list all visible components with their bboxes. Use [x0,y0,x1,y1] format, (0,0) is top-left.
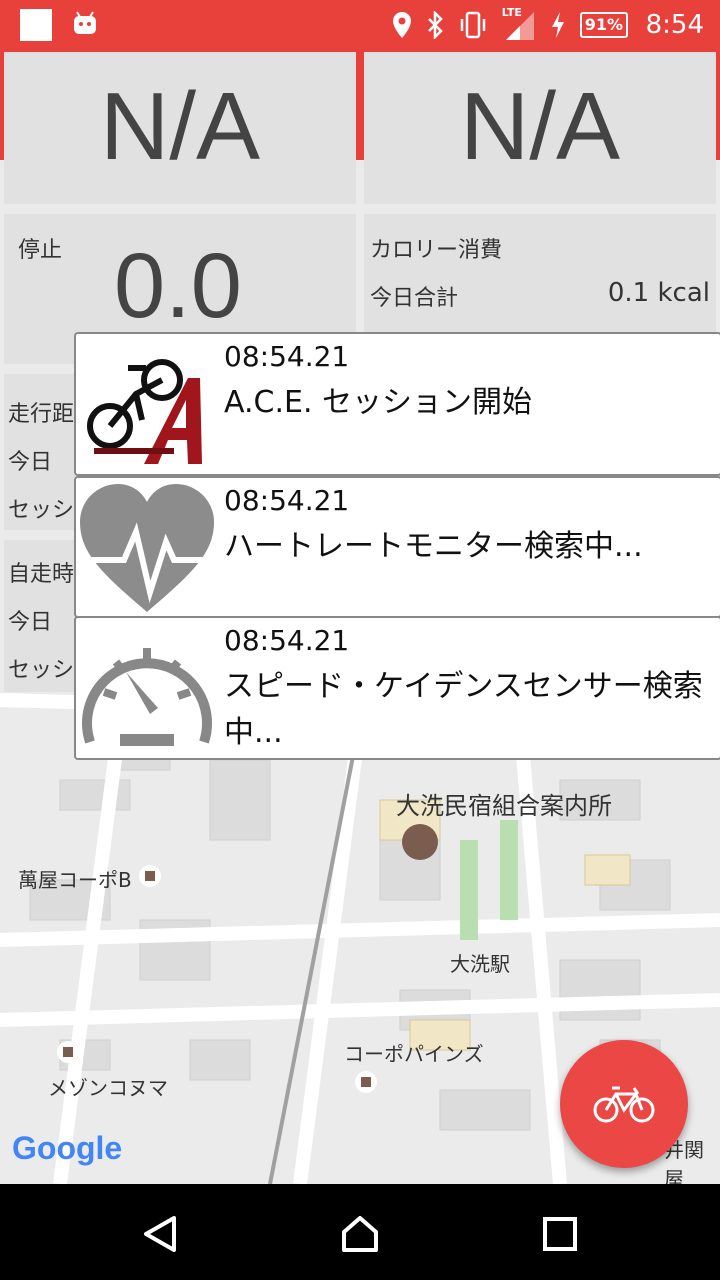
signal-icon: LTE [502,6,536,42]
ride-time-title: 自走時 [8,562,75,587]
notification-square-icon [20,9,52,41]
recents-icon[interactable] [542,1216,578,1252]
map-label-info-center[interactable]: 大洗民宿組合案内所 [396,786,612,821]
back-icon[interactable] [140,1214,180,1254]
status-bar: LTE 91% 8:54 [0,0,720,50]
bicycle-icon [593,1086,655,1123]
top-left-value: N/A [99,73,261,180]
stat-panel-left[interactable]: N/A [4,52,356,204]
calorie-title: カロリー消費 [370,238,503,263]
location-icon [392,12,411,38]
heart-rate-icon [80,484,214,612]
battery-level: 91% [579,12,628,38]
map-label-corpo-pines[interactable]: コーポパインズ [344,1038,484,1067]
ride-time-session-label: セッシ [8,658,75,683]
google-logo: Google [12,1130,123,1166]
navigation-bar [0,1184,720,1280]
distance-session-label: セッシ [8,498,75,523]
ace-bike-logo-icon [80,338,214,472]
top-right-value: N/A [459,73,621,180]
notification-card-heart-rate[interactable]: 08:54.21 ハートレートモニター検索中... [74,476,720,618]
distance-today-label: 今日 [8,450,53,475]
ride-time-today-label: 今日 [8,610,53,635]
home-icon[interactable] [340,1214,380,1254]
notification-time: 08:54.21 [224,624,350,657]
notification-card-speed-cadence[interactable]: 08:54.21 スピード・ケイデンスセンサー検索中... [74,616,720,760]
ride-time-panel[interactable]: 自走時 今日 セッシ [4,540,84,692]
map-label-maison-konuma[interactable]: メゾンコヌマ [48,1072,168,1101]
android-icon [74,11,96,34]
calorie-value: 0.1 kcal [607,278,710,308]
distance-panel[interactable]: 走行距 今日 セッシ [4,374,84,530]
clock: 8:54 [645,10,704,40]
notification-time: 08:54.21 [224,484,350,517]
speedometer-icon [82,648,212,746]
distance-title: 走行距 [8,402,75,427]
state-label: 停止 [18,238,63,263]
notification-card-session[interactable]: 08:54.21 A.C.E. セッション開始 [74,332,720,476]
start-ride-button[interactable] [560,1040,688,1168]
notification-time: 08:54.21 [224,340,350,373]
charging-icon [551,12,564,38]
speed-value: 0.0 [114,235,242,337]
status-icons: LTE 91% [392,6,628,42]
bluetooth-icon [427,11,443,39]
vibrate-icon [460,11,485,39]
notification-message: ハートレートモニター検索中... [224,529,643,564]
map-label-yorozuya[interactable]: 萬屋コーポB [18,864,132,893]
notification-message: スピード・ケイデンスセンサー検索中... [224,669,703,750]
stat-panel-right[interactable]: N/A [364,52,716,204]
today-total-label: 今日合計 [370,286,459,311]
map-label-oarai-station[interactable]: 大洗駅 [450,948,510,977]
notification-message: A.C.E. セッション開始 [224,385,533,420]
